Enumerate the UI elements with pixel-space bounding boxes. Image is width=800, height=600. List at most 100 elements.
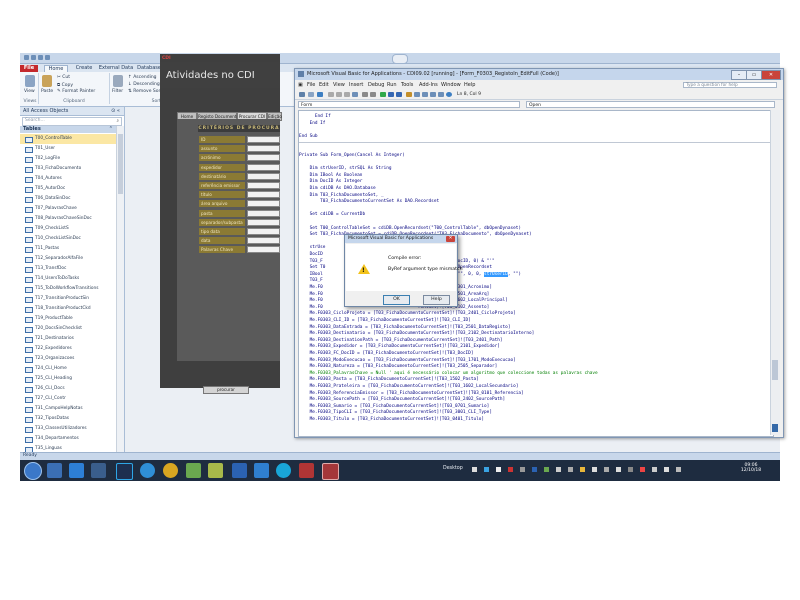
- quick-access-toolbar[interactable]: [24, 55, 60, 61]
- nav-item-t13-transfdoc[interactable]: T13_TransfDoc: [20, 264, 116, 274]
- toolbox-icon[interactable]: [438, 92, 444, 97]
- criteria-input[interactable]: [247, 154, 280, 162]
- code-line[interactable]: Me.F0303_FC_DocID = [T03_FichaDocumentoC…: [299, 351, 474, 357]
- code-line[interactable]: Me.F0303_CLI_ID = [T03_FichaDocumentoCur…: [299, 318, 471, 324]
- criteria-input[interactable]: [247, 191, 280, 199]
- find-icon[interactable]: [352, 92, 358, 97]
- criteria-input[interactable]: [247, 200, 280, 208]
- nav-item-t34-departamentos[interactable]: T34_Departamentos: [20, 434, 116, 444]
- nav-item-t23-organizacoes[interactable]: T23_Organizacoes: [20, 354, 116, 364]
- code-line[interactable]: Me.F0303_Natureza = [T03_FichaDocumentoC…: [299, 364, 498, 370]
- code-scroll-thumb[interactable]: [772, 360, 778, 380]
- code-line[interactable]: Me.F0303_Pasta = [T03_FichaDocumentoCurr…: [299, 377, 479, 383]
- nav-item-t09-checklists[interactable]: T09_CheckListS: [20, 224, 116, 234]
- code-line[interactable]: Me.F0303_ModoExecucao = [T03_FichaDocume…: [299, 358, 516, 364]
- word-icon[interactable]: [232, 463, 247, 478]
- skype-icon[interactable]: [276, 463, 291, 478]
- cut-icon[interactable]: [328, 92, 334, 97]
- nav-item-t27-cli-contr[interactable]: T27_CLI_Contr: [20, 394, 116, 404]
- undo-icon[interactable]: [362, 92, 368, 97]
- criteria-input[interactable]: [247, 136, 280, 143]
- nav-item-t03-fichadocumento[interactable]: T03_FichaDocumento: [20, 164, 116, 174]
- criteria-input[interactable]: [247, 228, 280, 235]
- nav-item-t12-separadoralfafile[interactable]: T12_SeparadorAlfaFile: [20, 254, 116, 264]
- procedure-combo[interactable]: Open: [526, 101, 775, 108]
- tab-external-data[interactable]: External Data: [98, 65, 134, 72]
- nav-item-t07-palavraschave[interactable]: T07_PalavrasChave: [20, 204, 116, 214]
- save-icon[interactable]: [317, 92, 323, 97]
- nav-item-t02-logfile[interactable]: T02_LogFile: [20, 154, 116, 164]
- view-access-icon[interactable]: [299, 92, 305, 97]
- filter-button[interactable]: Filter: [112, 89, 123, 94]
- criteria-input[interactable]: [247, 163, 280, 171]
- code-line[interactable]: Dim IBool As Boolean: [299, 173, 363, 179]
- tray-icon[interactable]: [532, 467, 537, 472]
- redo-icon[interactable]: [370, 92, 376, 97]
- tray-icon[interactable]: [616, 467, 621, 472]
- code-line[interactable]: Set T00_ControlTableSet = cdiDB.OpenReco…: [299, 226, 521, 232]
- insert-module-icon[interactable]: [308, 92, 314, 97]
- help-icon[interactable]: [446, 92, 452, 97]
- code-line[interactable]: Dim DocID As Integer: [299, 179, 363, 185]
- menu-edit[interactable]: Edit: [319, 82, 329, 88]
- tray-icon[interactable]: [676, 467, 681, 472]
- tray-icon[interactable]: [604, 467, 609, 472]
- outlook-icon[interactable]: [254, 463, 269, 478]
- tray-icon[interactable]: [484, 467, 489, 472]
- code-line[interactable]: Dim cdiDB As DAO.Database: [299, 186, 376, 192]
- access-icon[interactable]: [322, 463, 339, 480]
- vba-titlebar[interactable]: Microsoft Visual Basic for Applications …: [295, 69, 783, 80]
- explorer-icon[interactable]: [47, 463, 62, 478]
- system-clock[interactable]: 09:06 12/10/18: [732, 463, 770, 473]
- code-line[interactable]: Me.F0303_SourcePath = [T03_FichaDocument…: [299, 397, 506, 403]
- nav-section-tables[interactable]: Tables ⌃: [20, 126, 116, 133]
- photoshop-icon[interactable]: [116, 463, 133, 480]
- ask-question-input[interactable]: Type a question for help: [683, 82, 777, 88]
- code-line[interactable]: Me.F0303_CicloProjeto = [T03_FichaDocume…: [299, 311, 516, 317]
- nav-scrollbar[interactable]: [116, 126, 124, 452]
- project-explorer-icon[interactable]: [414, 92, 420, 97]
- nav-item-t33-classesutilizadores[interactable]: T33_ClassesUtilizadores: [20, 424, 116, 434]
- tray-icon[interactable]: [652, 467, 657, 472]
- criteria-input[interactable]: [247, 209, 280, 217]
- nav-item-t25-cli-heading[interactable]: T25_CLI_Heading: [20, 374, 116, 384]
- code-line[interactable]: Dim T03_FichaDocumentoSet, _: [299, 193, 384, 199]
- copy-icon[interactable]: [336, 92, 342, 97]
- code-line[interactable]: Private Sub Form_Open(Cancel As Integer): [299, 153, 405, 159]
- cut-button[interactable]: ✂ Cut: [57, 75, 70, 80]
- tray-icon[interactable]: [544, 467, 549, 472]
- menu-debug[interactable]: Debug: [368, 82, 384, 88]
- chevron-down-icon[interactable]: ⊙ «: [111, 108, 120, 114]
- nav-item-t32-tiposdatas[interactable]: T32_TiposDatas: [20, 414, 116, 424]
- tray-icon[interactable]: [556, 467, 561, 472]
- search-icon[interactable]: ⌕: [116, 118, 119, 124]
- tray-icon[interactable]: [520, 467, 525, 472]
- vba-menu-icon[interactable]: ▣: [298, 82, 303, 88]
- tray-icon[interactable]: [640, 467, 645, 472]
- reset-icon[interactable]: [396, 92, 402, 97]
- menu-help[interactable]: Help: [464, 82, 475, 88]
- code-line[interactable]: Dim strUserID, strSQL As String: [299, 166, 392, 172]
- nav-item-t21-destinatarios[interactable]: T21_Destinatarios: [20, 334, 116, 344]
- nav-item-t18-transitionproductckd[interactable]: T18_TransitionProductCkd: [20, 304, 116, 314]
- view-icon[interactable]: [25, 75, 35, 87]
- code-line[interactable]: Me.F0303_DataEntrada = [T03_FichaDocumen…: [299, 325, 511, 331]
- paste-icon[interactable]: [42, 75, 52, 87]
- media-player-icon[interactable]: [69, 463, 84, 478]
- code-scroll-end-button[interactable]: [772, 424, 778, 432]
- nav-item-t17-transitionproductsin[interactable]: T17_TransitionProductSin: [20, 294, 116, 304]
- criteria-input[interactable]: [247, 145, 280, 153]
- paste-icon-vba[interactable]: [344, 92, 350, 97]
- nav-item-t06-datasindoc[interactable]: T06_DataSinDoc: [20, 194, 116, 204]
- code-line[interactable]: DocID: [299, 252, 323, 258]
- code-line[interactable]: Me.F0303_PalavrasChave = Null ' aqui é n…: [299, 371, 598, 377]
- chevron-up-icon[interactable]: ⌃: [109, 126, 113, 132]
- internet-explorer-icon[interactable]: [140, 463, 155, 478]
- nav-item-t20-docssinchecklist[interactable]: T20_DocsSinChecklist: [20, 324, 116, 334]
- menu-run[interactable]: Run: [387, 82, 397, 88]
- criteria-input[interactable]: [247, 182, 280, 189]
- ascending-button[interactable]: ↑ Ascending: [128, 75, 157, 80]
- filter-icon[interactable]: [113, 75, 123, 87]
- nav-item-t22-expedidores[interactable]: T22_Expedidores: [20, 344, 116, 354]
- nav-item-t08-palavraschavesindoc[interactable]: T08_PalavrasChaveSinDoc: [20, 214, 116, 224]
